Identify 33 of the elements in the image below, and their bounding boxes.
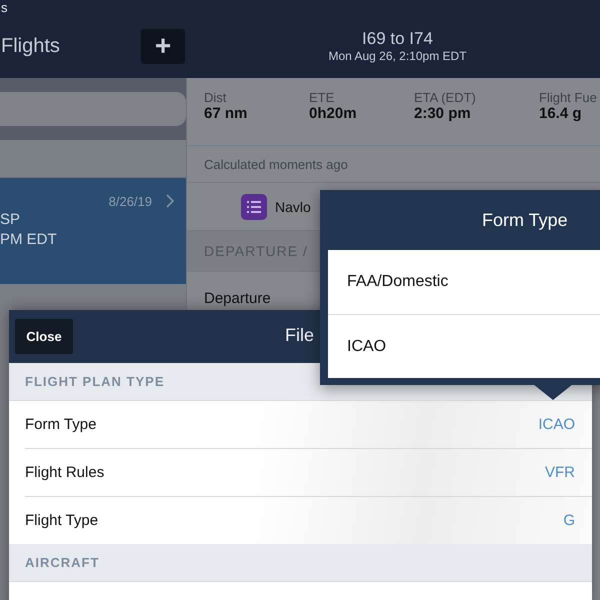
row-value[interactable]: G (563, 512, 575, 529)
flight-item[interactable]: SP PM EDT 8/26/19 (0, 178, 186, 284)
status-text: s (1, 0, 8, 15)
row-label: Form Type (25, 416, 96, 433)
section-header: AIRCRAFT (9, 544, 592, 582)
flight-date: 8/26/19 (108, 194, 152, 211)
popover-title: Form Type (481, 208, 569, 232)
sheet-title: File (285, 325, 314, 346)
flight-route: SP (0, 210, 22, 230)
stat-value: 0h20m (309, 105, 358, 122)
search-field[interactable] (0, 92, 186, 126)
add-button[interactable]: + (141, 28, 185, 64)
stat-value: 16.4 g (539, 105, 583, 122)
row-value[interactable]: VFR (545, 464, 575, 481)
route-title: I69 to I74 (362, 29, 433, 49)
row-label: Flight Rules (25, 464, 104, 481)
navlog-button[interactable]: Navlo (241, 194, 311, 220)
row-label: Departure (204, 290, 271, 307)
stat-label: ETE (309, 90, 336, 105)
row-value[interactable]: ICAO (538, 416, 575, 433)
stat-label: Dist (204, 90, 228, 105)
chevron-icon (166, 194, 174, 208)
row-label: Flight Type (25, 512, 98, 529)
stat-value: 67 nm (204, 105, 248, 122)
stat-label: ETA (EDT) (414, 90, 477, 105)
route-datetime: Mon Aug 26, 2:10pm EDT (328, 49, 467, 63)
close-button[interactable]: Close (15, 319, 73, 354)
nav-title: Flights (1, 34, 60, 58)
stat-label: Flight Fue (539, 90, 598, 105)
list-icon (241, 194, 267, 220)
stat-value: 2:30 pm (414, 105, 472, 122)
calculated-note: Calculated moments ago (187, 146, 600, 183)
flight-time: PM EDT (0, 230, 57, 250)
